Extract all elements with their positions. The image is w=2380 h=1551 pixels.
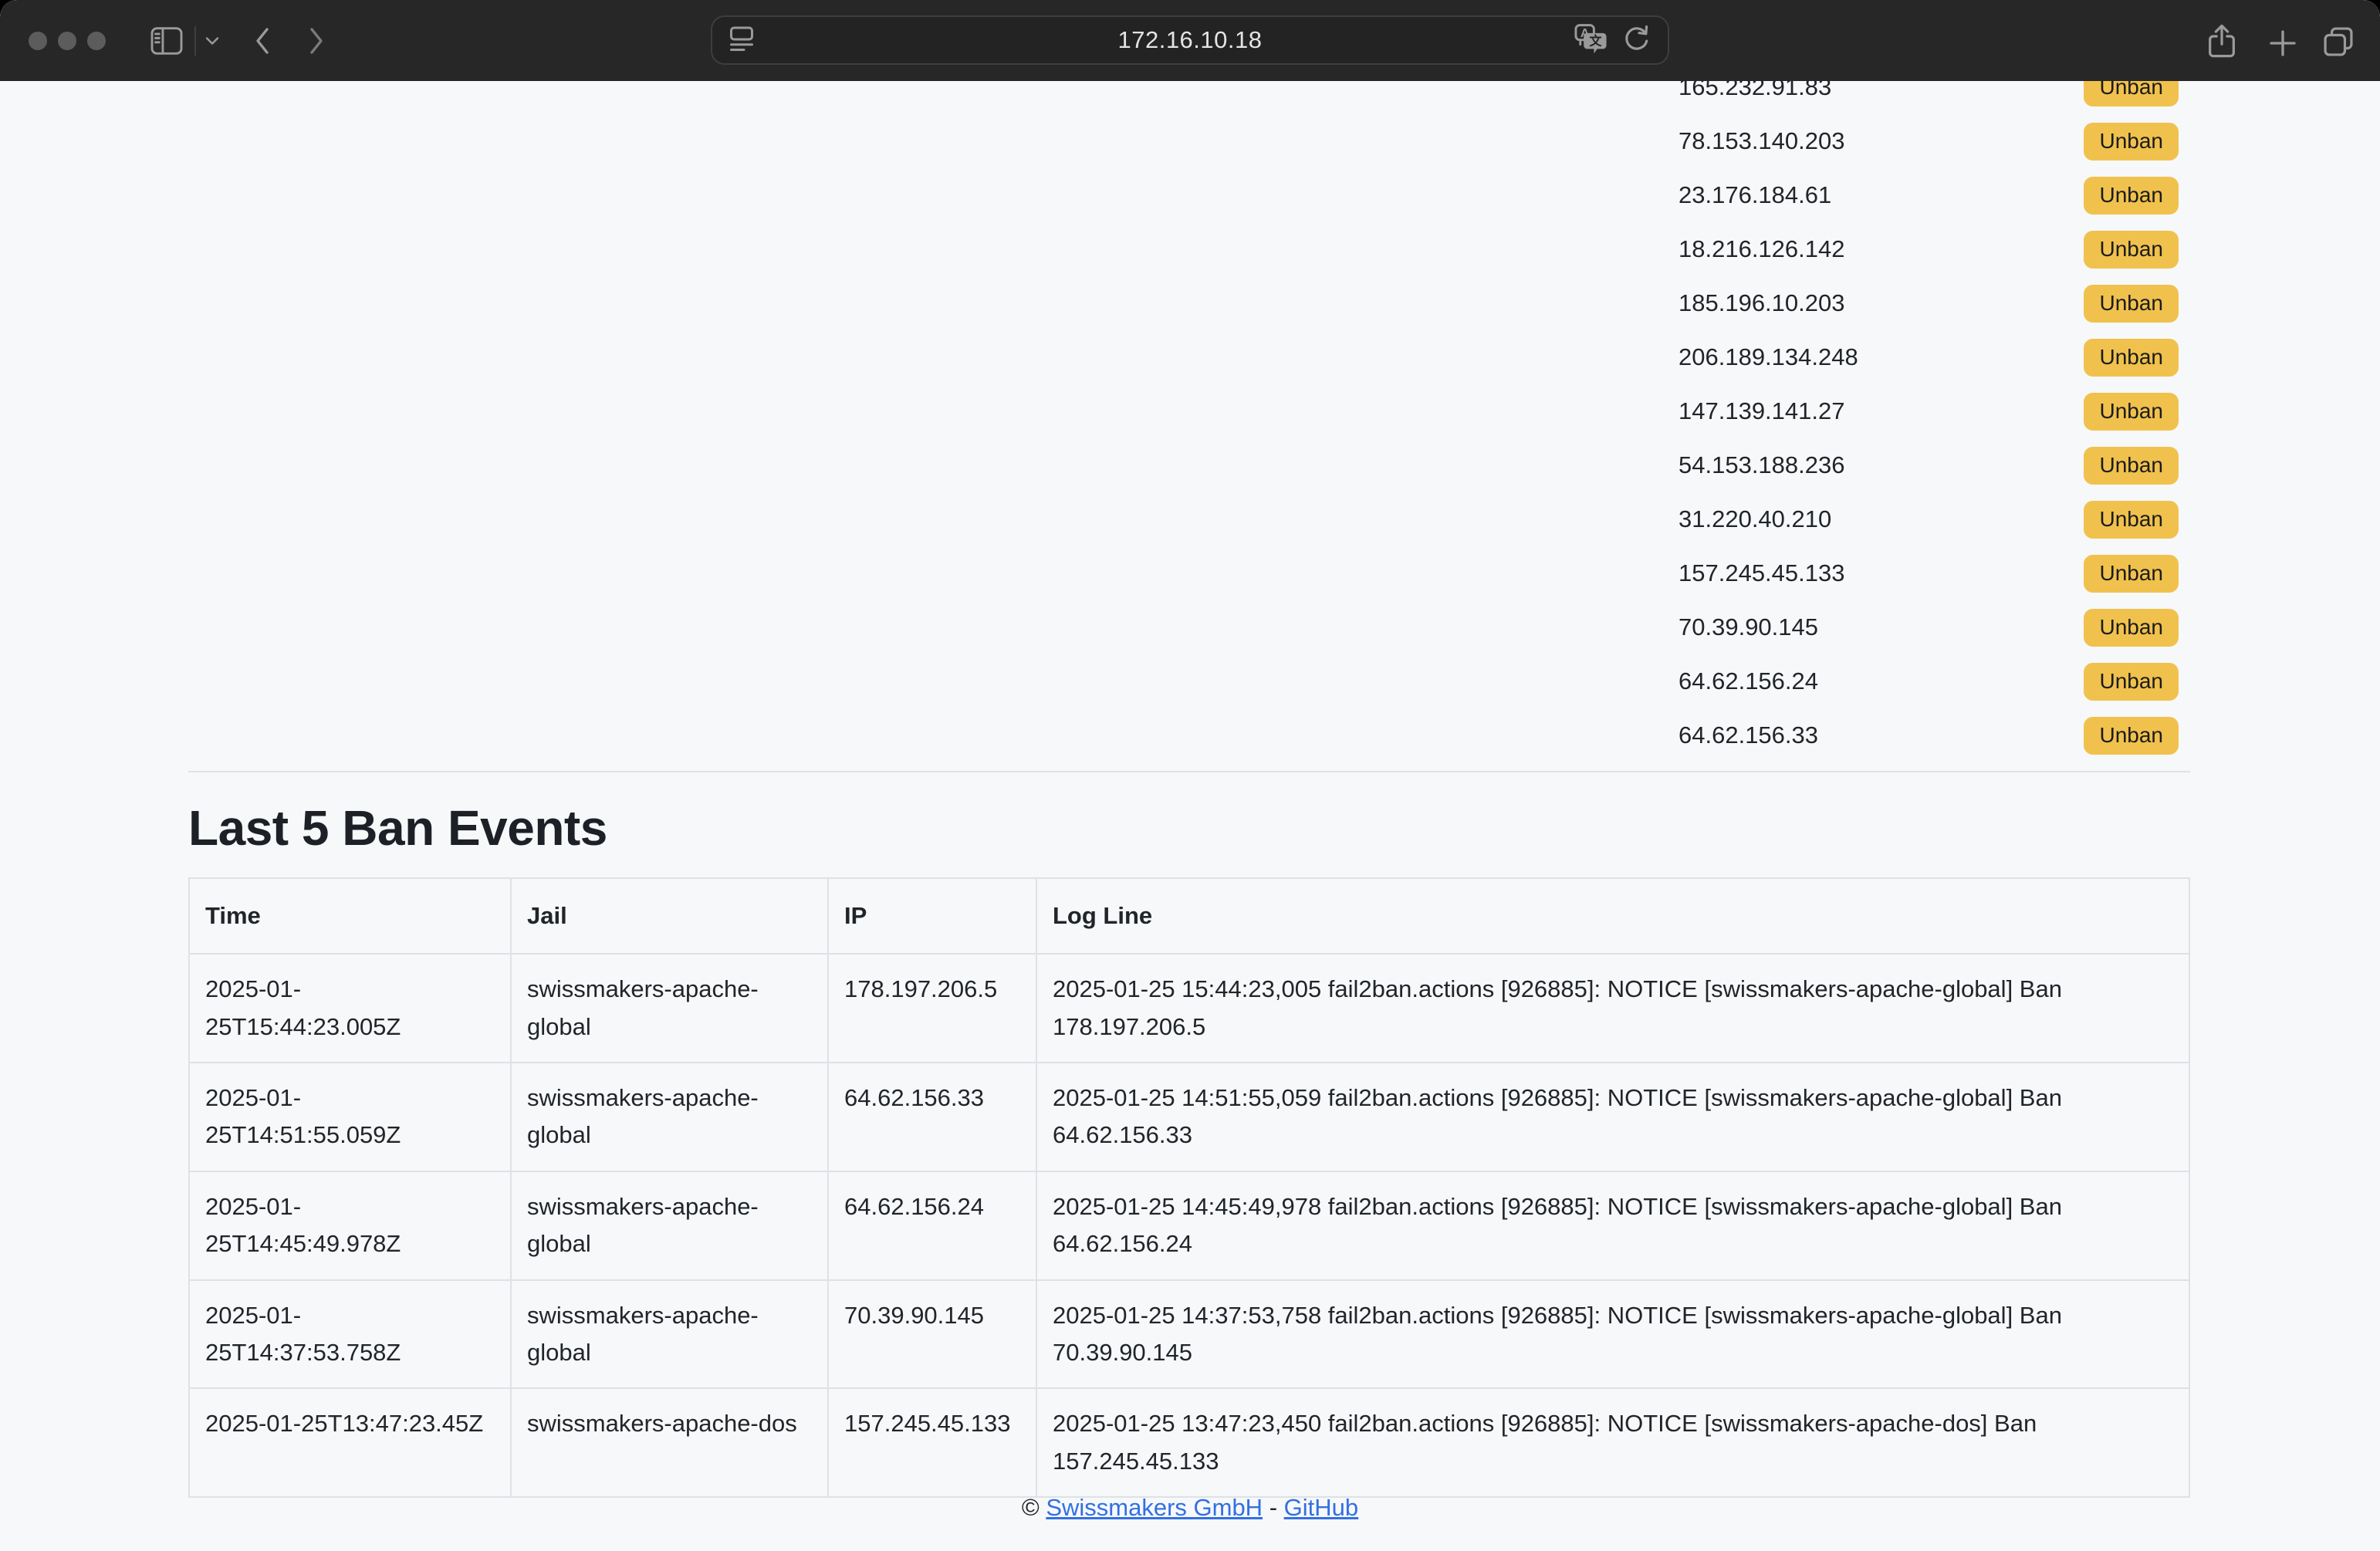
ban-event-ip-cell: 70.39.90.145 — [828, 1280, 1036, 1389]
banned-ip-row: 54.153.188.236 Unban — [1679, 438, 2179, 492]
browser-toolbar: 172.16.10.18 A 文 — [0, 0, 2380, 81]
ban-event-jail-cell: swissmakers-apache-global — [511, 1280, 828, 1389]
banned-ip-row: 206.189.134.248 Unban — [1679, 330, 2179, 384]
unban-button[interactable]: Unban — [2084, 717, 2179, 755]
ban-event-log-cell: 2025-01-25 14:37:53,758 fail2ban.actions… — [1036, 1280, 2189, 1389]
ban-event-row: 2025-01-25T14:45:49.978Zswissmakers-apac… — [189, 1171, 2189, 1280]
footer: © Swissmakers GmbH - GitHub — [0, 1494, 2380, 1522]
ban-event-row: 2025-01-25T15:44:23.005Zswissmakers-apac… — [189, 954, 2189, 1063]
banned-ip-row: 70.39.90.145 Unban — [1679, 600, 2179, 654]
url-text[interactable]: 172.16.10.18 — [712, 17, 1668, 63]
column-header-ip: IP — [828, 878, 1036, 954]
footer-separator: - — [1269, 1494, 1277, 1521]
ban-event-time-cell: 2025-01-25T15:44:23.005Z — [189, 954, 511, 1063]
tabs-overview-icon[interactable] — [2321, 25, 2355, 59]
translate-icon[interactable]: A 文 — [1574, 23, 1608, 58]
browser-window: 165.232.91.83Unban78.153.140.203Unban23.… — [0, 0, 2380, 1551]
banned-ip-address: 64.62.156.33 — [1679, 721, 1818, 749]
new-tab-icon[interactable] — [2267, 28, 2298, 59]
ban-event-ip-cell: 157.245.45.133 — [828, 1388, 1036, 1497]
banned-ip-address: 147.139.141.27 — [1679, 397, 1845, 425]
unban-button[interactable]: Unban — [2084, 339, 2179, 377]
banned-ip-address: 31.220.40.210 — [1679, 505, 1831, 533]
banned-ip-address: 206.189.134.248 — [1679, 343, 1858, 371]
ban-event-ip-cell: 178.197.206.5 — [828, 954, 1036, 1063]
column-header-log-line: Log Line — [1036, 878, 2189, 954]
ban-event-jail-cell: swissmakers-apache-global — [511, 1063, 828, 1171]
forward-icon[interactable] — [307, 25, 326, 57]
svg-text:文: 文 — [1590, 33, 1603, 48]
banned-ip-address: 64.62.156.24 — [1679, 667, 1818, 695]
ban-event-row: 2025-01-25T14:37:53.758Zswissmakers-apac… — [189, 1280, 2189, 1389]
unban-button[interactable]: Unban — [2084, 501, 2179, 539]
ban-event-ip-cell: 64.62.156.24 — [828, 1171, 1036, 1280]
banned-ip-row: 23.176.184.61 Unban — [1679, 168, 2179, 222]
unban-button[interactable]: Unban — [2084, 447, 2179, 485]
unban-button[interactable]: Unban — [2084, 555, 2179, 593]
banned-ip-row: 64.62.156.33 Unban — [1679, 708, 2179, 762]
back-icon[interactable] — [253, 25, 272, 57]
unban-button[interactable]: Unban — [2084, 285, 2179, 323]
ban-event-row: 2025-01-25T14:51:55.059Zswissmakers-apac… — [189, 1063, 2189, 1171]
unban-button[interactable]: Unban — [2084, 663, 2179, 701]
share-icon[interactable] — [2206, 23, 2238, 59]
unban-button[interactable]: Unban — [2084, 177, 2179, 215]
unban-button[interactable]: Unban — [2084, 123, 2179, 161]
chevron-down-icon[interactable] — [205, 36, 219, 46]
ban-event-log-cell: 2025-01-25 14:51:55,059 fail2ban.actions… — [1036, 1063, 2189, 1171]
ban-events-table: TimeJailIPLog Line 2025-01-25T15:44:23.0… — [188, 877, 2190, 1498]
banned-ip-row: 31.220.40.210 Unban — [1679, 492, 2179, 546]
banned-ip-address: 157.245.45.133 — [1679, 559, 1845, 587]
ban-event-jail-cell: swissmakers-apache-global — [511, 954, 828, 1063]
copyright-symbol: © — [1022, 1494, 1040, 1521]
ban-event-row: 2025-01-25T13:47:23.45Zswissmakers-apach… — [189, 1388, 2189, 1497]
banned-ip-address: 18.216.126.142 — [1679, 235, 1845, 263]
column-header-jail: Jail — [511, 878, 828, 954]
ban-events-tbody: 2025-01-25T15:44:23.005Zswissmakers-apac… — [189, 954, 2189, 1497]
address-bar[interactable]: 172.16.10.18 A 文 — [711, 15, 1669, 65]
company-link[interactable]: Swissmakers GmbH — [1046, 1494, 1263, 1521]
unban-button[interactable]: Unban — [2084, 393, 2179, 431]
unban-button[interactable]: Unban — [2084, 231, 2179, 269]
banned-ip-row: 157.245.45.133 Unban — [1679, 546, 2179, 600]
ban-event-time-cell: 2025-01-25T14:45:49.978Z — [189, 1171, 511, 1280]
ban-event-time-cell: 2025-01-25T13:47:23.45Z — [189, 1388, 511, 1497]
toolbar-divider — [194, 26, 196, 56]
unban-button[interactable]: Unban — [2084, 609, 2179, 647]
banned-ip-address: 70.39.90.145 — [1679, 613, 1818, 641]
ban-events-header-row: TimeJailIPLog Line — [189, 878, 2189, 954]
close-window-icon[interactable] — [29, 32, 47, 50]
window-controls — [29, 32, 106, 50]
minimize-window-icon[interactable] — [58, 32, 76, 50]
banned-ip-row: 185.196.10.203 Unban — [1679, 276, 2179, 330]
ban-event-ip-cell: 64.62.156.33 — [828, 1063, 1036, 1171]
banned-ip-row: 78.153.140.203 Unban — [1679, 114, 2179, 168]
ban-event-time-cell: 2025-01-25T14:51:55.059Z — [189, 1063, 511, 1171]
github-link[interactable]: GitHub — [1284, 1494, 1358, 1521]
ban-event-time-cell: 2025-01-25T14:37:53.758Z — [189, 1280, 511, 1389]
banned-ip-address: 78.153.140.203 — [1679, 127, 1845, 155]
ban-event-jail-cell: swissmakers-apache-global — [511, 1171, 828, 1280]
section-divider — [188, 771, 2190, 772]
ban-event-log-cell: 2025-01-25 15:44:23,005 fail2ban.actions… — [1036, 954, 2189, 1063]
ban-event-jail-cell: swissmakers-apache-dos — [511, 1388, 828, 1497]
zoom-window-icon[interactable] — [87, 32, 106, 50]
banned-ip-row: 64.62.156.24 Unban — [1679, 654, 2179, 708]
reload-icon[interactable] — [1621, 23, 1651, 58]
banned-ip-address: 185.196.10.203 — [1679, 289, 1845, 317]
banned-ip-row: 18.216.126.142 Unban — [1679, 222, 2179, 276]
page-title: Last 5 Ban Events — [188, 799, 607, 857]
banned-ip-list: 165.232.91.83Unban78.153.140.203Unban23.… — [1679, 60, 2179, 762]
banned-ip-row: 147.139.141.27 Unban — [1679, 384, 2179, 438]
banned-ip-address: 23.176.184.61 — [1679, 181, 1831, 209]
banned-ip-address: 54.153.188.236 — [1679, 451, 1845, 479]
ban-event-log-cell: 2025-01-25 13:47:23,450 fail2ban.actions… — [1036, 1388, 2189, 1497]
sidebar-icon[interactable] — [150, 26, 184, 56]
ban-event-log-cell: 2025-01-25 14:45:49,978 fail2ban.actions… — [1036, 1171, 2189, 1280]
column-header-time: Time — [189, 878, 511, 954]
